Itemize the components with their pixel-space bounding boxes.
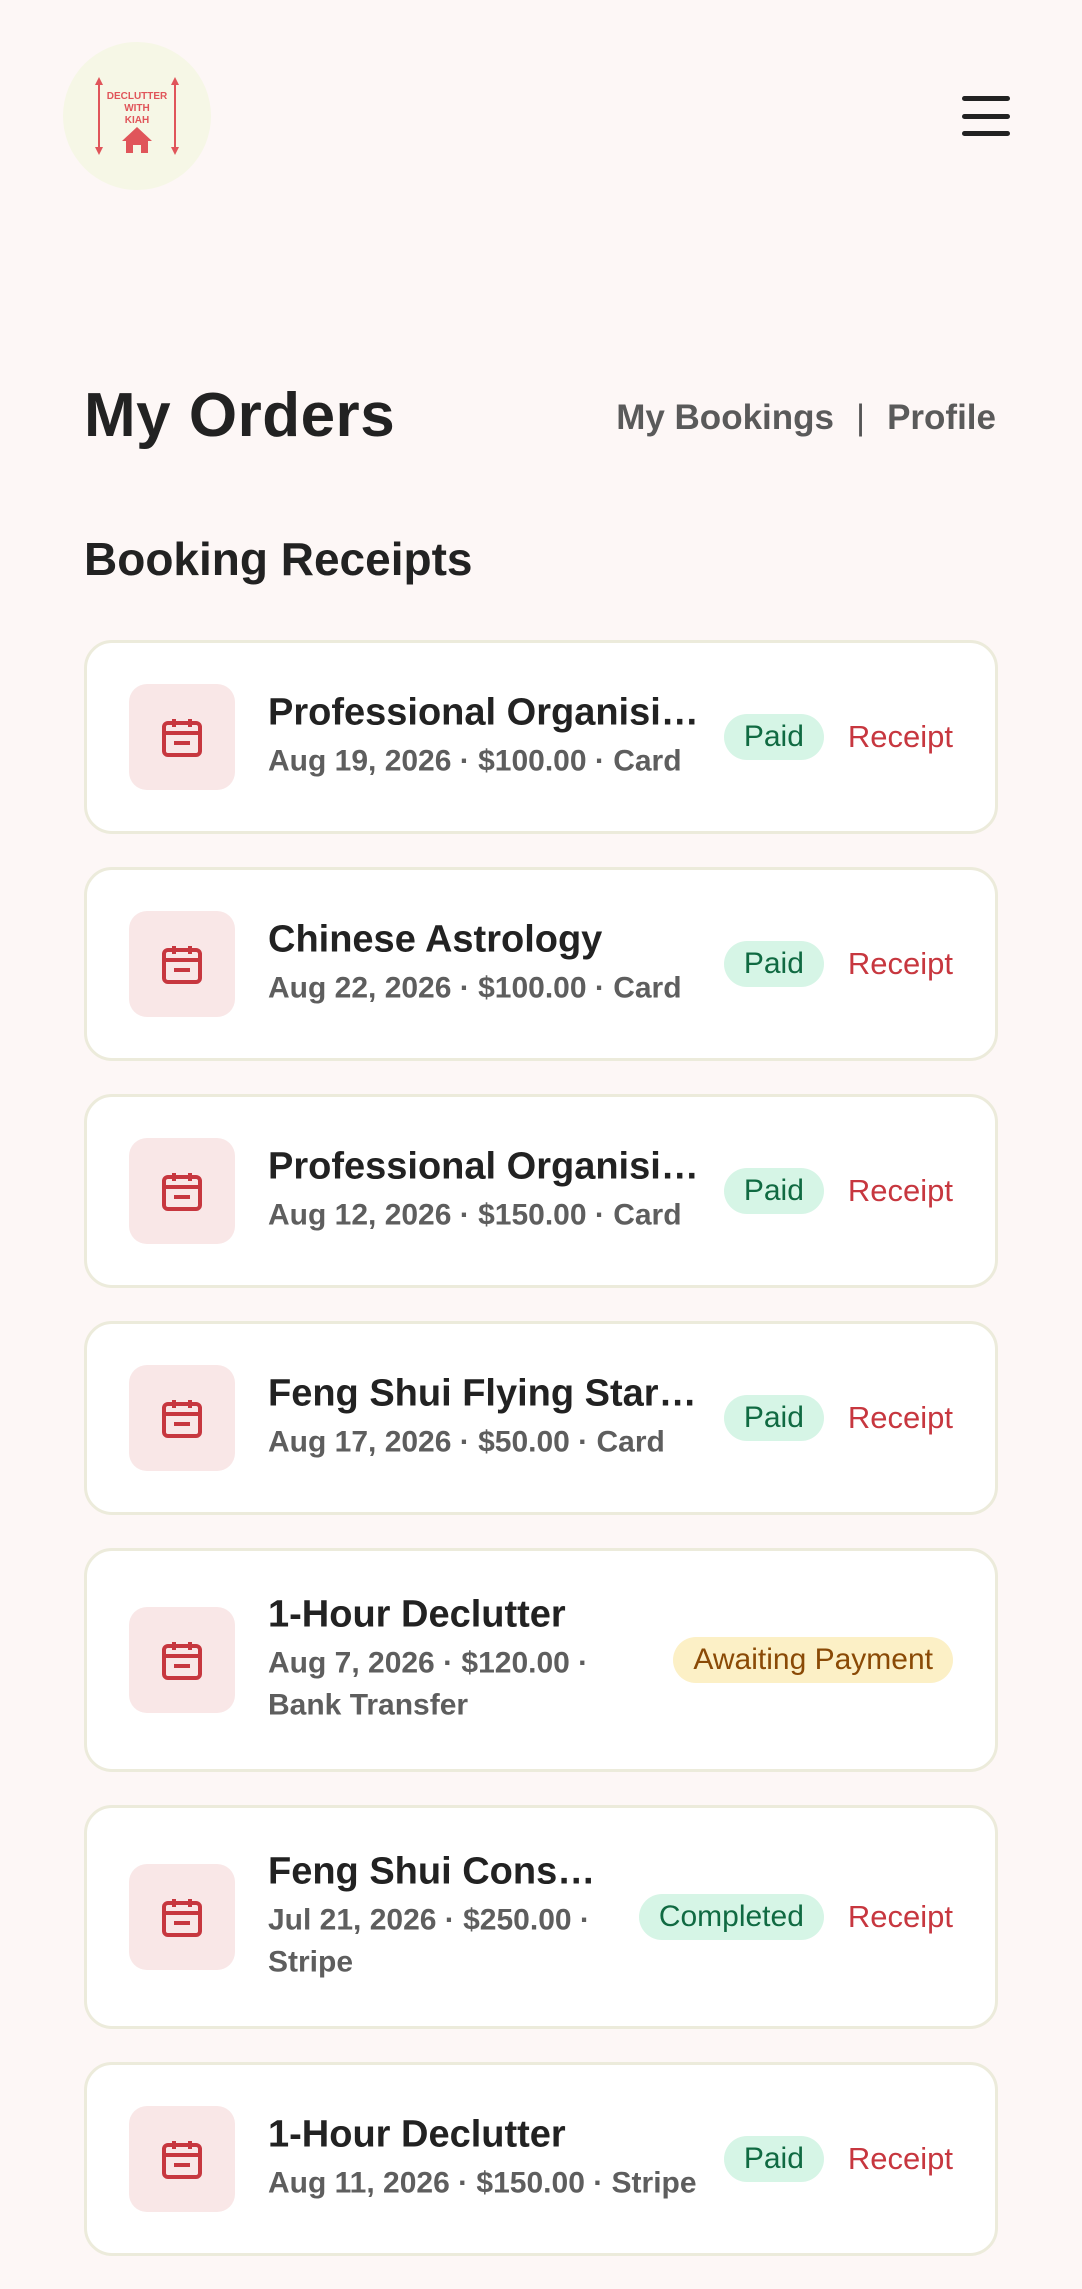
status-badge: Paid (723, 1168, 824, 1214)
calendar-icon (129, 1138, 235, 1244)
logo-text-line2: WITH (124, 103, 150, 114)
order-card: 1-Hour Declutter Aug 7, 2026 · $120.00 ·… (84, 1548, 998, 1772)
order-card: Feng Shui Flying Stars … Aug 17, 2026 · … (84, 1321, 998, 1515)
nav-separator: | (855, 398, 866, 437)
status-badge: Awaiting Payment (673, 1637, 953, 1683)
my-bookings-link[interactable]: My Bookings (616, 398, 834, 438)
order-card: Chinese Astrology Aug 22, 2026 · $100.00… (84, 867, 998, 1061)
receipt-link[interactable]: Receipt (848, 946, 953, 982)
order-meta: Aug 19, 2026 · $100.00 · Card (268, 744, 682, 778)
order-meta-line1: Jul 21, 2026 · $250.00 · (268, 1903, 590, 1937)
receipt-link[interactable]: Receipt (848, 719, 953, 755)
status-badge: Completed (638, 1894, 824, 1940)
order-title: Professional Organisin… (268, 1145, 708, 1188)
order-meta: Jul 21, 2026 · $250.00 · Stripe (268, 1900, 618, 1984)
calendar-icon (129, 1607, 235, 1713)
order-meta: Aug 7, 2026 · $120.00 · Bank Transfer (268, 1643, 648, 1727)
orders-list: Professional Organisin… Aug 19, 2026 · $… (84, 640, 998, 2289)
logo-graphic: DECLUTTER WITH KIAH (95, 77, 179, 155)
order-title: Professional Organisin… (268, 691, 708, 734)
order-title: 1-Hour Declutter (268, 2113, 566, 2156)
order-meta: Aug 17, 2026 · $50.00 · Card (268, 1425, 665, 1459)
receipt-link[interactable]: Receipt (848, 1173, 953, 1209)
receipt-link[interactable]: Receipt (848, 2141, 953, 2177)
order-title: Feng Shui Consul… (268, 1850, 618, 1893)
order-meta: Aug 12, 2026 · $150.00 · Card (268, 1198, 682, 1232)
house-icon (122, 127, 152, 153)
calendar-icon (129, 1864, 235, 1970)
page-title: My Orders (84, 381, 396, 450)
order-card: 1-Hour Declutter Aug 11, 2026 · $150.00 … (84, 2062, 998, 2256)
order-meta-line1: Aug 7, 2026 · $120.00 · (268, 1646, 589, 1680)
order-meta-line2: Bank Transfer (268, 1688, 469, 1722)
order-meta-line2: Stripe (268, 1945, 354, 1979)
receipt-link[interactable]: Receipt (848, 1899, 953, 1935)
account-nav: My Bookings | Profile (616, 398, 996, 438)
receipt-link[interactable]: Receipt (848, 1400, 953, 1436)
order-meta: Aug 22, 2026 · $100.00 · Card (268, 971, 682, 1005)
logo-text-line1: DECLUTTER (107, 91, 168, 102)
status-badge: Paid (723, 941, 824, 987)
order-card: Feng Shui Consul… Jul 21, 2026 · $250.00… (84, 1805, 998, 2029)
logo-text-line3: KIAH (125, 115, 149, 126)
site-header: DECLUTTER WITH KIAH (0, 0, 1082, 230)
brand-logo[interactable]: DECLUTTER WITH KIAH (63, 42, 211, 190)
order-title: Feng Shui Flying Stars … (268, 1372, 708, 1415)
calendar-icon (129, 1365, 235, 1471)
status-badge: Paid (723, 1395, 824, 1441)
calendar-icon (129, 2106, 235, 2212)
calendar-icon (129, 684, 235, 790)
order-title: 1-Hour Declutter (268, 1593, 566, 1636)
status-badge: Paid (723, 2136, 824, 2182)
calendar-icon (129, 911, 235, 1017)
status-badge: Paid (723, 714, 824, 760)
hamburger-menu-icon[interactable] (958, 92, 1014, 140)
order-meta: Aug 11, 2026 · $150.00 · Stripe (268, 2166, 697, 2200)
order-card: Professional Organisin… Aug 19, 2026 · $… (84, 640, 998, 834)
profile-link[interactable]: Profile (887, 398, 996, 438)
order-title: Chinese Astrology (268, 918, 603, 961)
order-card: Professional Organisin… Aug 12, 2026 · $… (84, 1094, 998, 1288)
section-title: Booking Receipts (84, 533, 473, 585)
